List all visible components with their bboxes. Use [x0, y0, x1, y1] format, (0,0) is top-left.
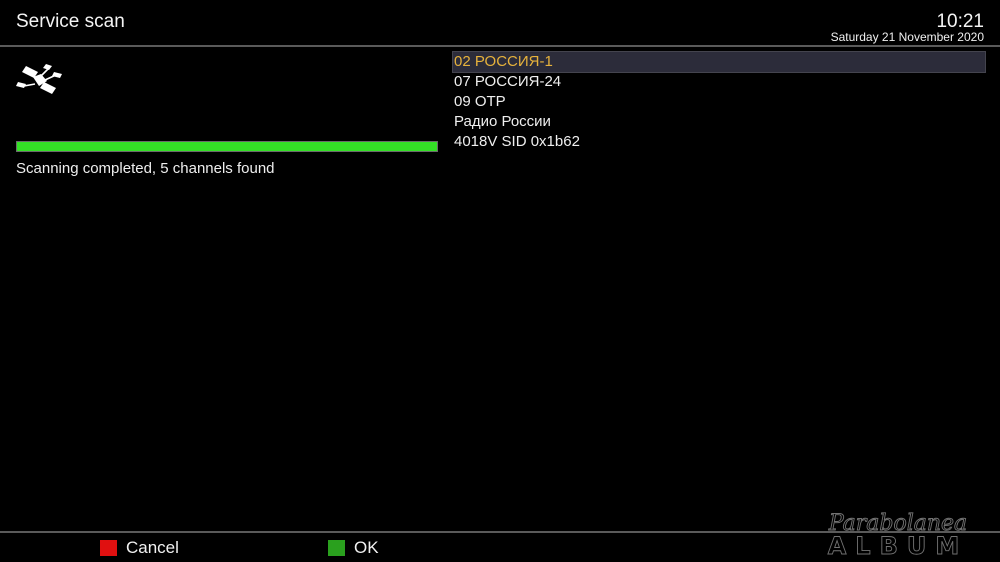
green-key-icon: [328, 540, 345, 556]
satellite-icon: [16, 60, 64, 100]
scan-progress-fill: [17, 142, 437, 151]
channel-item[interactable]: 4018V SID 0x1b62: [453, 132, 985, 152]
cancel-label: Cancel: [126, 538, 179, 557]
cancel-button[interactable]: Cancel: [100, 538, 179, 558]
ok-label: OK: [354, 538, 379, 557]
scan-status-text: Scanning completed, 5 channels found: [16, 160, 275, 177]
watermark-album: ALBUM: [828, 532, 969, 558]
channel-item[interactable]: 09 ОТР: [453, 92, 985, 112]
channel-list[interactable]: 02 РОССИЯ-1 07 РОССИЯ-24 09 ОТР Радио Росси…: [452, 51, 986, 152]
channel-item[interactable]: 02 РОССИЯ-1: [452, 51, 986, 73]
clock-date: Saturday 21 November 2020: [830, 30, 984, 44]
ok-button[interactable]: OK: [328, 538, 379, 558]
watermark-logo: Parabolanea ALBUM: [802, 506, 994, 558]
header-bar: Service scan 10:21 Saturday 21 November …: [0, 0, 1000, 45]
channel-item[interactable]: Радио России: [453, 112, 985, 132]
scan-progress-bar: [16, 141, 438, 152]
channel-item[interactable]: 07 РОССИЯ-24: [453, 72, 985, 92]
page-title: Service scan: [16, 11, 125, 32]
header-divider: [0, 45, 1000, 47]
red-key-icon: [100, 540, 117, 556]
